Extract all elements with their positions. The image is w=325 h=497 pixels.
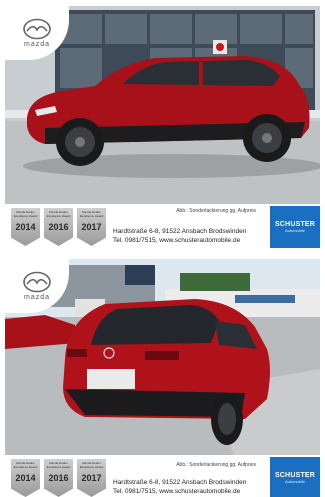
mazda-logo-text: mazda [23,294,50,301]
image-caption: Abb.: Sonderlackierung gg. Aufpreis [174,208,258,214]
dealer-logo-name: SCHUSTER [274,221,316,228]
badge-label: Mazda Dealer Excellence Award [79,461,104,469]
dealer-logo-sub: Automobile [284,228,305,233]
award-badges: Mazda Dealer Excellence Award 2014 Mazda… [11,459,106,497]
mazda-logo-icon [23,18,51,40]
badge-label: Mazda Dealer Excellence Award [79,210,104,218]
award-badge-icon: Mazda Dealer Excellence Award 2017 [77,208,106,246]
award-badges: Mazda Dealer Excellence Award 2014 Mazda… [11,208,106,246]
badge-year: 2016 [48,222,69,232]
dealer-contact: Tel. 0981/7515, www.schusterautomobile.d… [113,488,241,495]
schuster-logo: SCHUSTER Automobile [270,457,320,497]
dealer-address: Hardtstraße 6-8, 91522 Ansbach Brodswind… [113,479,247,486]
car-photo-side[interactable]: mazda Mazda Dealer Excellence Award 2014… [5,6,320,250]
dealer-footer: Mazda Dealer Excellence Award 2014 Mazda… [5,455,320,497]
badge-label: Mazda Dealer Excellence Award [46,461,71,469]
badge-label: Mazda Dealer Excellence Award [46,210,71,218]
image-caption: Abb.: Sonderlackierung gg. Aufpreis [174,462,258,468]
badge-year: 2017 [81,222,102,232]
dealer-address: Hardtstraße 6-8, 91522 Ansbach Brodswind… [113,228,247,235]
dealer-logo-sub: Automobile [284,479,305,484]
award-badge-icon: Mazda Dealer Excellence Award 2014 [11,208,40,246]
badge-year: 2014 [15,222,36,232]
mazda-logo-icon [23,271,51,293]
dealer-footer: Mazda Dealer Excellence Award 2014 Mazda… [5,204,320,248]
schuster-logo: SCHUSTER Automobile [270,206,320,248]
award-badge-icon: Mazda Dealer Excellence Award 2014 [11,459,40,497]
car-photo-rear[interactable]: mazda Mazda Dealer Excellence Award 2014… [5,259,320,497]
badge-label: Mazda Dealer Excellence Award [13,461,38,469]
badge-year: 2017 [81,473,102,483]
dealer-contact: Tel. 0981/7515, www.schusterautomobile.d… [113,237,241,244]
award-badge-icon: Mazda Dealer Excellence Award 2017 [77,459,106,497]
mazda-logo-text: mazda [23,41,50,48]
award-badge-icon: Mazda Dealer Excellence Award 2016 [44,459,73,497]
dealer-logo-name: SCHUSTER [274,472,316,479]
award-badge-icon: Mazda Dealer Excellence Award 2016 [44,208,73,246]
badge-year: 2014 [15,473,36,483]
badge-year: 2016 [48,473,69,483]
badge-label: Mazda Dealer Excellence Award [13,210,38,218]
